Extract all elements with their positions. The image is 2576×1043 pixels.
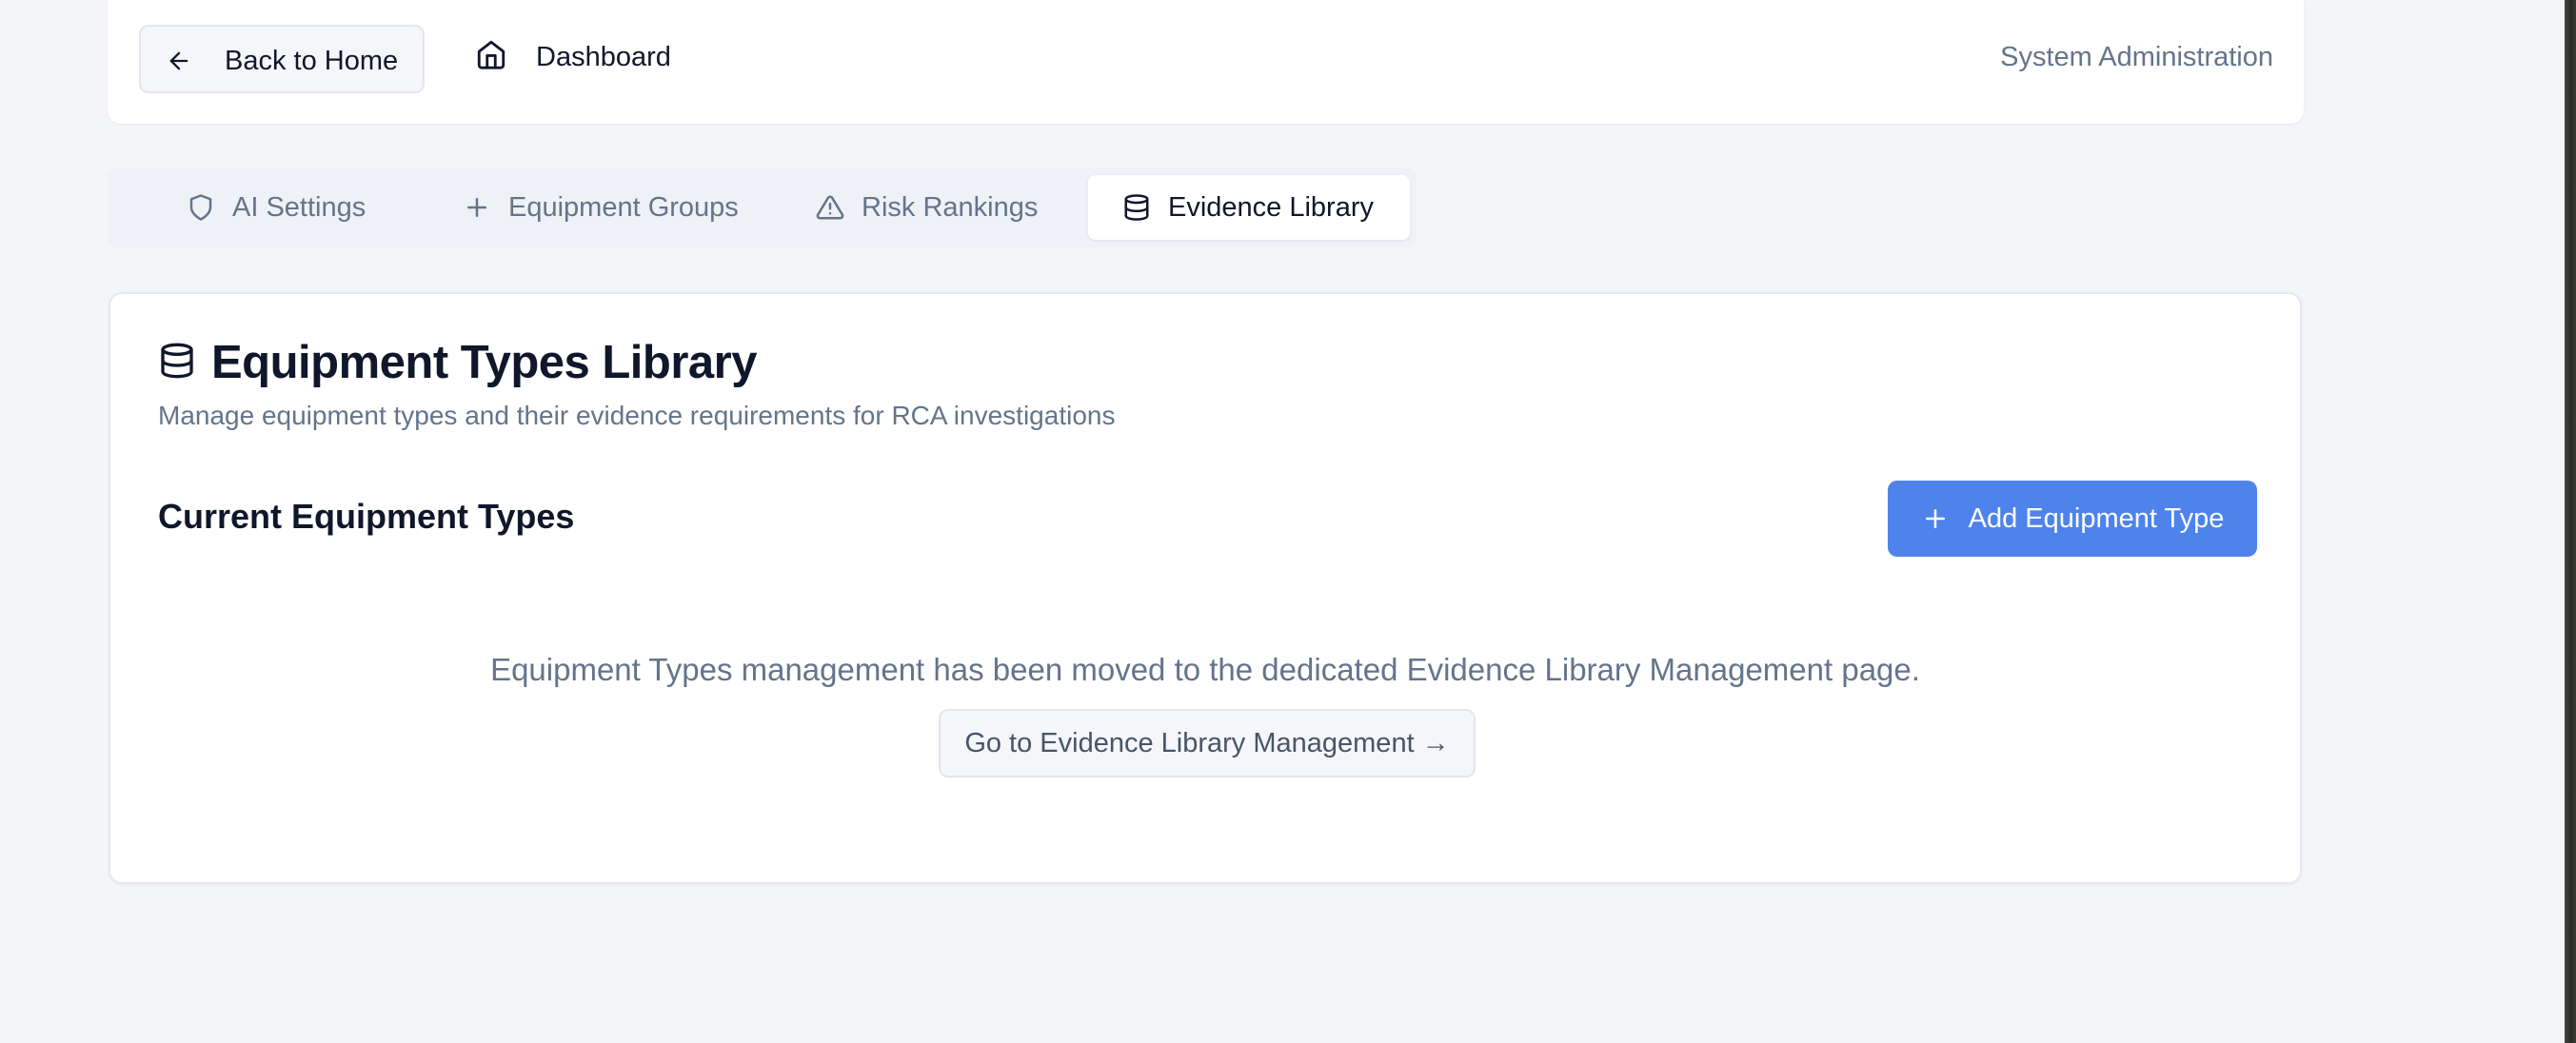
tab-label: Risk Rankings [862,191,1039,223]
warning-triangle-icon [816,193,844,222]
tab-risk-rankings[interactable]: Risk Rankings [816,175,1063,240]
database-icon [158,342,196,380]
back-to-home-button[interactable]: Back to Home [139,25,425,93]
go-to-evidence-library-button[interactable]: Go to Evidence Library Management → [939,709,1476,777]
window-edge [2565,0,2576,1043]
database-icon [1122,193,1151,222]
section-title: Current Equipment Types [158,497,575,536]
add-equipment-type-label: Add Equipment Type [1968,502,2225,534]
home-icon [475,38,507,70]
tab-label: AI Settings [232,191,367,223]
page-description: Manage equipment types and their evidenc… [158,401,1116,430]
tab-label: Evidence Library [1168,191,1374,223]
plus-icon [463,193,491,222]
equipment-types-card: Equipment Types Library Manage equipment… [109,292,2302,884]
moved-notice: Equipment Types management has been move… [490,652,1920,687]
arrow-left-icon [166,48,192,74]
add-equipment-type-button[interactable]: Add Equipment Type [1888,481,2257,557]
shield-icon [187,193,215,222]
tab-equipment-groups[interactable]: Equipment Groups [463,175,748,240]
admin-tabs: AI Settings Equipment Groups Risk Rankin… [108,167,1417,247]
tab-ai-settings[interactable]: AI Settings [187,175,396,240]
tab-evidence-library[interactable]: Evidence Library [1088,175,1410,240]
page-section-label: System Administration [2000,42,2273,72]
back-to-home-label: Back to Home [225,46,399,76]
plus-icon [1921,504,1950,533]
top-header: Back to Home Dashboard System Administra… [108,0,2304,124]
page-title: Equipment Types Library [211,337,757,388]
dashboard-label: Dashboard [536,42,671,72]
tab-label: Equipment Groups [508,191,739,223]
